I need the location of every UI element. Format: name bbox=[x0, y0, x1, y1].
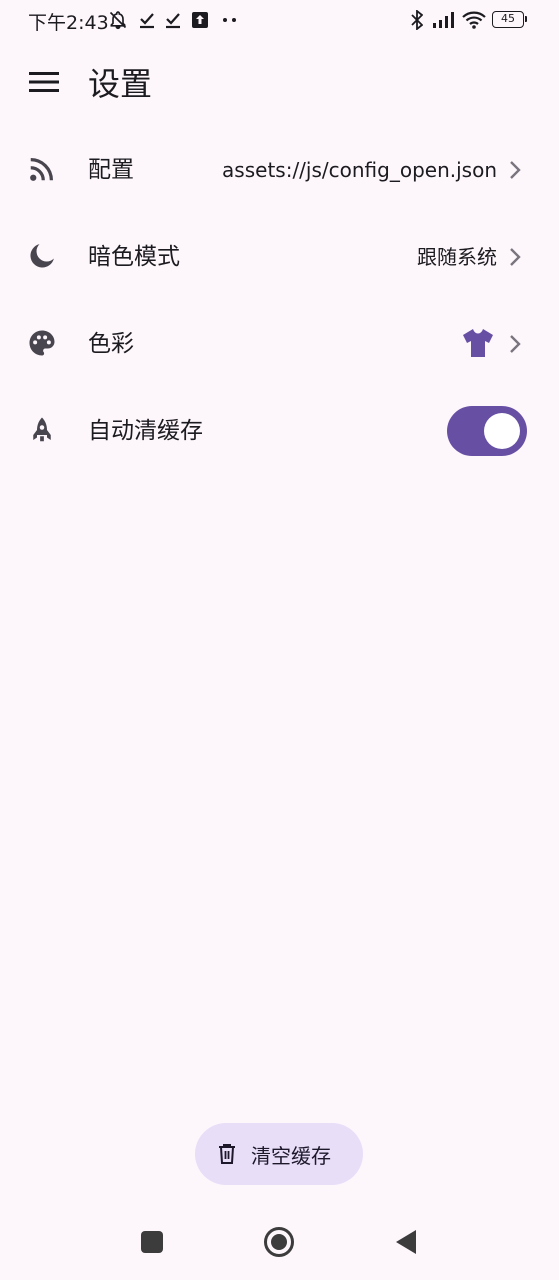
page-title: 设置 bbox=[88, 65, 153, 103]
setting-row-color[interactable]: 色彩 bbox=[0, 300, 559, 387]
signal-icon bbox=[431, 10, 457, 30]
home-icon bbox=[263, 1226, 295, 1262]
trash-icon bbox=[215, 1142, 239, 1166]
recent-apps-icon bbox=[141, 1231, 163, 1257]
auto-clear-cache-toggle[interactable] bbox=[447, 406, 527, 456]
setting-row-config[interactable]: 配置 assets://js/config_open.json bbox=[0, 126, 559, 213]
more-dots-icon bbox=[220, 10, 240, 30]
wifi-icon bbox=[461, 10, 487, 30]
palette-icon bbox=[26, 327, 58, 359]
check-icon bbox=[164, 10, 182, 30]
back-button[interactable] bbox=[384, 1222, 428, 1266]
setting-value-dark-mode: 跟随系统 bbox=[417, 245, 497, 269]
setting-row-dark-mode[interactable]: 暗色模式 跟随系统 bbox=[0, 213, 559, 300]
battery-icon: 45 bbox=[492, 11, 527, 28]
app-bar: 设置 bbox=[0, 42, 559, 126]
chevron-right-icon bbox=[503, 245, 527, 269]
system-nav-bar bbox=[0, 1208, 559, 1280]
settings-list: 配置 assets://js/config_open.json 暗色模式 跟随系… bbox=[0, 126, 559, 474]
status-time: 下午2:43 bbox=[28, 12, 109, 34]
menu-icon bbox=[29, 71, 59, 97]
home-button[interactable] bbox=[257, 1222, 301, 1266]
back-icon bbox=[395, 1229, 417, 1259]
bluetooth-icon bbox=[409, 10, 425, 30]
setting-label-color: 色彩 bbox=[88, 331, 134, 357]
clear-cache-label: 清空缓存 bbox=[251, 1143, 331, 1168]
setting-label-dark-mode: 暗色模式 bbox=[88, 244, 180, 270]
chevron-right-icon bbox=[503, 158, 527, 182]
upload-icon bbox=[191, 10, 209, 30]
toggle-thumb bbox=[484, 413, 520, 449]
setting-value-config: assets://js/config_open.json bbox=[222, 158, 497, 182]
setting-row-auto-clear-cache: 自动清缓存 bbox=[0, 387, 559, 474]
clear-cache-button[interactable]: 清空缓存 bbox=[195, 1123, 363, 1185]
moon-icon bbox=[26, 240, 58, 272]
setting-label-config: 配置 bbox=[88, 157, 134, 183]
recent-apps-button[interactable] bbox=[130, 1222, 174, 1266]
rss-feed-icon bbox=[26, 153, 58, 185]
rocket-icon bbox=[26, 414, 58, 446]
alarm-off-icon bbox=[107, 10, 129, 30]
setting-label-auto-clear-cache: 自动清缓存 bbox=[88, 418, 203, 444]
chevron-right-icon bbox=[503, 332, 527, 356]
tshirt-icon bbox=[461, 327, 495, 359]
check-icon bbox=[138, 10, 156, 30]
menu-button[interactable] bbox=[20, 60, 68, 108]
status-bar: 下午2:43 45 bbox=[0, 0, 559, 42]
